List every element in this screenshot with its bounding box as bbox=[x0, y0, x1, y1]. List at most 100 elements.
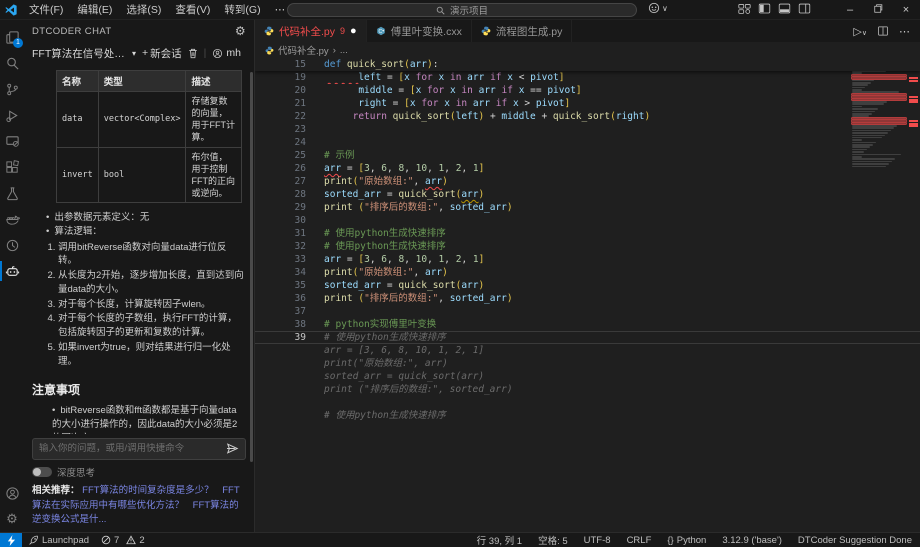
python-interpreter[interactable]: 3.12.9 ('base') bbox=[714, 535, 790, 546]
run-debug-icon[interactable] bbox=[0, 102, 24, 128]
code-line[interactable]: 23 bbox=[255, 123, 920, 136]
minimap-line bbox=[852, 127, 894, 129]
breadcrumb[interactable]: 代码补全.py › ... bbox=[255, 42, 920, 58]
code-line[interactable]: 25# 示例 bbox=[255, 149, 920, 162]
code-line[interactable]: 37 bbox=[255, 305, 920, 318]
delete-chat-button[interactable] bbox=[188, 48, 198, 59]
encoding[interactable]: UTF-8 bbox=[576, 535, 619, 546]
code-line[interactable] bbox=[255, 396, 920, 409]
customize-layout-icon[interactable] bbox=[738, 2, 751, 15]
search-sidebar-icon[interactable] bbox=[0, 50, 24, 76]
minimap-line bbox=[852, 163, 889, 165]
testing-icon[interactable] bbox=[0, 180, 24, 206]
menu-selection[interactable]: 选择(S) bbox=[119, 0, 168, 20]
code-line[interactable]: 36print ("排序后的数组:", sorted_arr) bbox=[255, 292, 920, 305]
source-control-icon[interactable] bbox=[0, 76, 24, 102]
user-chip[interactable]: mh bbox=[212, 47, 241, 59]
copilot-button[interactable]: ∨ bbox=[648, 2, 668, 14]
minimap-line bbox=[852, 130, 891, 132]
code-line[interactable]: # 使用python生成快速排序 bbox=[255, 409, 920, 422]
code-line[interactable]: 32# 使用python生成快速排序 bbox=[255, 240, 920, 253]
cursor-position[interactable]: 行 39, 列 1 bbox=[469, 533, 530, 547]
chat-input-box[interactable] bbox=[32, 438, 246, 460]
code-line[interactable]: 27print("原始数组:", arr) bbox=[255, 175, 920, 188]
code-line[interactable]: 19 left = [x for x in arr if x < pivot] bbox=[255, 71, 920, 84]
restore-button[interactable] bbox=[864, 0, 892, 20]
tab-code-completion[interactable]: 代码补全.py 9 ● bbox=[255, 20, 367, 42]
code-line[interactable]: 39# 使用python生成快速排序 bbox=[255, 331, 920, 344]
code-line[interactable]: 26arr = [3, 6, 8, 10, 1, 2, 1] bbox=[255, 162, 920, 175]
chat-input[interactable] bbox=[39, 443, 222, 454]
menu-goto[interactable]: 转到(G) bbox=[217, 0, 267, 20]
divider: | bbox=[204, 47, 207, 59]
chat-message-body: 名称 类型 描述 data vector<Complex> 存储复数的向量，用于… bbox=[24, 64, 254, 434]
code-line[interactable]: 38# python实现傅里叶变换 bbox=[255, 318, 920, 331]
menu-edit[interactable]: 编辑(E) bbox=[70, 0, 119, 20]
docker-icon[interactable] bbox=[0, 206, 24, 232]
chat-scrollbar[interactable] bbox=[250, 72, 253, 462]
tab-flowchart[interactable]: 流程图生成.py bbox=[472, 20, 573, 42]
history-icon[interactable] bbox=[0, 232, 24, 258]
send-icon[interactable] bbox=[226, 443, 239, 454]
toggle-sidebar-icon[interactable] bbox=[758, 2, 771, 15]
chat-footer: 深度思考 相关推荐： FFT算法的时间复杂度是多少？ FFT算法在实际应用中有哪… bbox=[24, 434, 254, 532]
run-dropdown-chevron-icon[interactable]: ∨ bbox=[862, 30, 867, 37]
menu-view[interactable]: 查看(V) bbox=[168, 0, 217, 20]
code-line[interactable]: 21 right = [x for x in arr if x > pivot] bbox=[255, 97, 920, 110]
code-line[interactable]: arr = [3, 6, 8, 10, 1, 2, 1] bbox=[255, 344, 920, 357]
code-line[interactable]: 22 return quick_sort(left) + middle + qu… bbox=[255, 110, 920, 123]
code-line[interactable]: 35sorted_arr = quick_sort(arr) bbox=[255, 279, 920, 292]
menu-file[interactable]: 文件(F) bbox=[22, 0, 70, 20]
user-name: mh bbox=[226, 47, 241, 59]
code-line[interactable]: print("原始数组:", arr) bbox=[255, 357, 920, 370]
run-button[interactable]: ▷∨ bbox=[853, 25, 867, 38]
code-line[interactable]: 28sorted_arr = quick_sort(arr) bbox=[255, 188, 920, 201]
chat-settings-gear-icon[interactable]: ⚙ bbox=[235, 24, 246, 38]
code-line[interactable]: 33arr = [3, 6, 8, 10, 1, 2, 1] bbox=[255, 253, 920, 266]
toggle-secondary-sidebar-icon[interactable] bbox=[798, 2, 811, 15]
code-line[interactable]: 34print("原始数组:", arr) bbox=[255, 266, 920, 279]
explorer-icon[interactable]: 1 bbox=[0, 24, 24, 50]
split-editor-icon[interactable] bbox=[877, 25, 889, 37]
toggle-panel-icon[interactable] bbox=[778, 2, 791, 15]
suggestion-status[interactable]: DTCoder Suggestion Done bbox=[790, 535, 920, 546]
code-line[interactable]: 29print ("排序后的数组:", sorted_arr) bbox=[255, 201, 920, 214]
new-chat-button[interactable]: + 新会话 bbox=[142, 46, 182, 61]
extensions-icon[interactable] bbox=[0, 154, 24, 180]
note-item: bitReverse函数和fft函数都是基于向量data的大小进行操作的，因此d… bbox=[52, 404, 244, 434]
code-line[interactable]: 30 bbox=[255, 214, 920, 227]
deep-think-toggle[interactable] bbox=[32, 467, 52, 477]
minimap-line bbox=[852, 77, 906, 79]
rocket-icon bbox=[28, 535, 39, 546]
indentation[interactable]: 空格: 5 bbox=[530, 533, 576, 547]
minimize-button[interactable]: – bbox=[836, 0, 864, 20]
close-button[interactable]: × bbox=[892, 0, 920, 20]
more-actions-icon[interactable]: ⋯ bbox=[899, 25, 910, 38]
minimap-line bbox=[852, 154, 901, 156]
code-line[interactable]: 20 middle = [x for x in arr if x == pivo… bbox=[255, 84, 920, 97]
ai-assistant-icon[interactable] bbox=[0, 258, 24, 284]
launchpad-button[interactable]: Launchpad bbox=[22, 535, 95, 546]
account-icon[interactable] bbox=[0, 480, 24, 506]
conversation-selector[interactable]: FFT算法在信号处理中... ▾ bbox=[32, 46, 136, 61]
language-mode[interactable]: {}Python bbox=[659, 535, 714, 546]
code-line[interactable]: print ("排序后的数组:", sorted_arr) bbox=[255, 383, 920, 396]
minimap[interactable] bbox=[852, 58, 906, 178]
breadcrumb-file[interactable]: 代码补全.py bbox=[278, 43, 329, 57]
tab-fourier-transform[interactable]: C 傅里叶变换.cxx bbox=[367, 20, 472, 42]
command-center-search[interactable]: 演示项目 bbox=[287, 3, 637, 17]
code-line[interactable]: 31# 使用python生成快速排序 bbox=[255, 227, 920, 240]
remote-explorer-icon[interactable] bbox=[0, 128, 24, 154]
code-line[interactable]: sorted_arr = quick_sort(arr) bbox=[255, 370, 920, 383]
code-line[interactable]: 24 bbox=[255, 136, 920, 149]
overview-ruler[interactable] bbox=[906, 58, 920, 532]
eol-sequence[interactable]: CRLF bbox=[619, 535, 660, 546]
suggestion-link[interactable]: FFT算法的时间复杂度是多少？ bbox=[82, 485, 213, 496]
remote-indicator[interactable] bbox=[0, 533, 22, 547]
breadcrumb-rest[interactable]: ... bbox=[340, 45, 348, 56]
code-line[interactable]: 15def quick_sort(arr): bbox=[255, 58, 920, 71]
sticky-scroll-line[interactable]: 15def quick_sort(arr): bbox=[255, 58, 920, 71]
settings-gear-icon[interactable]: ⚙ bbox=[0, 506, 24, 532]
problems-button[interactable]: 7 2 bbox=[95, 535, 151, 546]
code-editor[interactable]: 15def quick_sort(arr): 19 left = [x for … bbox=[255, 58, 920, 532]
